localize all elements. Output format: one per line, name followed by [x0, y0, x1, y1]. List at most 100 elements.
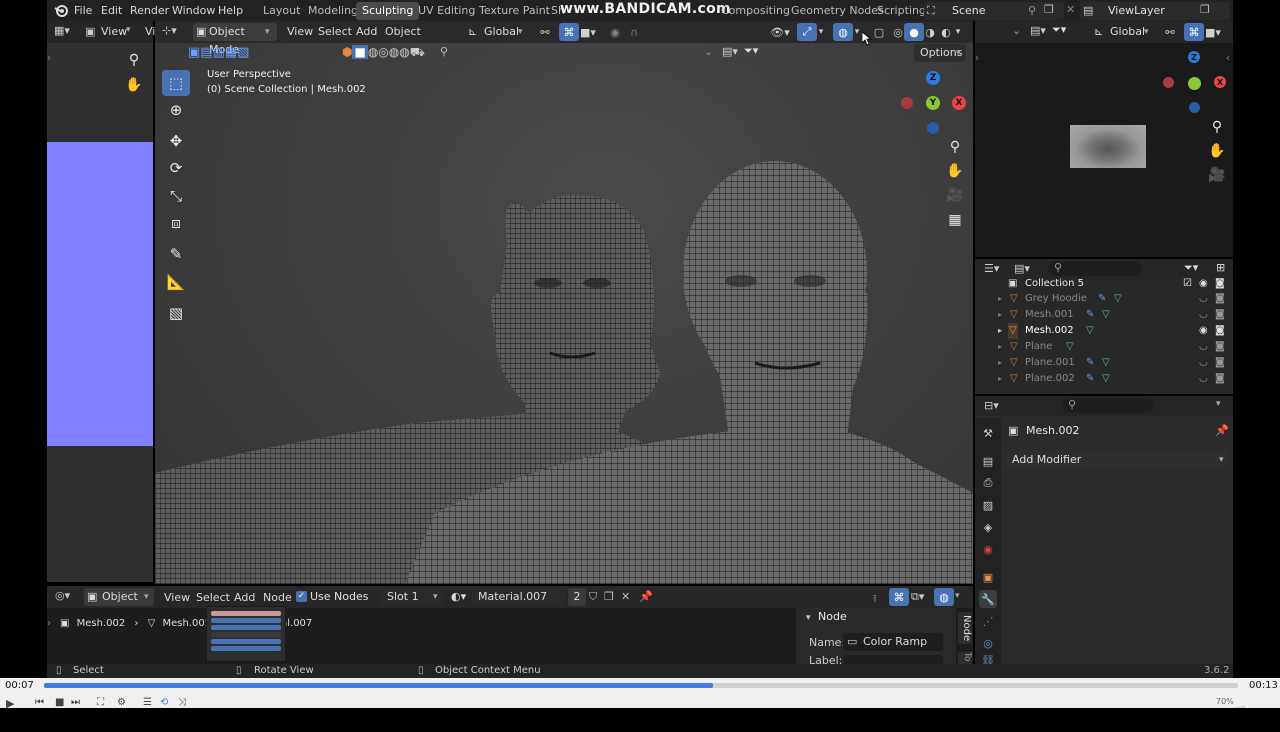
transform-tool[interactable]: ⧈: [162, 210, 190, 236]
shuffle-icon[interactable]: ⤨: [178, 697, 186, 708]
gizmo-neg-x[interactable]: [901, 97, 913, 109]
collapse-arrow-icon[interactable]: ›: [975, 53, 979, 64]
menu-window[interactable]: Window: [172, 3, 215, 19]
gizmo-icon[interactable]: ⤢: [797, 23, 817, 41]
object-tab-icon[interactable]: ▣: [979, 568, 997, 586]
close-icon[interactable]: ✕: [621, 590, 630, 603]
tab-layout[interactable]: Layout: [257, 2, 306, 20]
camera-icon[interactable]: 🎥: [943, 183, 967, 207]
expand-arrow-icon[interactable]: ▸: [998, 307, 1002, 323]
repeat-icon[interactable]: ⟲: [160, 697, 168, 708]
outliner-row-plane[interactable]: ▸ ▽ Plane ▽ ◡ ◙: [978, 339, 1230, 355]
transform-orientation[interactable]: ⊾ Global ▾: [466, 23, 530, 41]
xray-icon[interactable]: ▢: [869, 23, 889, 41]
cursor-tool[interactable]: ⊕: [162, 97, 190, 123]
parent-node-icon[interactable]: ⭱: [873, 590, 877, 609]
viewport-menu-select[interactable]: Select: [318, 24, 352, 40]
pin-icon[interactable]: 📌: [639, 590, 653, 603]
camera-icon[interactable]: ◙: [1215, 371, 1225, 387]
outliner-row-plane-002[interactable]: ▸ ▽ Plane.002 ✎ ▽ ◡ ◙: [978, 371, 1230, 387]
viewport-menu-view[interactable]: View: [287, 24, 313, 40]
snap-icon[interactable]: ⌘: [1184, 23, 1204, 41]
zoom-icon[interactable]: ⚲: [1205, 115, 1229, 139]
move-tool[interactable]: ✥: [162, 128, 190, 154]
node-label-field[interactable]: [843, 655, 943, 664]
outliner-search-input[interactable]: ⚲: [1048, 261, 1142, 276]
gizmo-neg-z[interactable]: [927, 122, 939, 134]
node-name-field[interactable]: ▭ Color Ramp: [843, 633, 943, 651]
new-collection-icon[interactable]: ⊞: [1216, 261, 1225, 274]
snap-target-icon[interactable]: ⧉▾: [911, 590, 924, 604]
principled-bsdf-node[interactable]: [206, 606, 286, 662]
layout-icon[interactable]: ▤▾: [722, 45, 738, 58]
right-gizmo-z[interactable]: Z: [1188, 51, 1200, 63]
camera-icon[interactable]: ◙: [1215, 355, 1225, 371]
tool-side-tab[interactable]: To: [958, 652, 972, 664]
slot-selector[interactable]: Slot 1 ▾: [380, 588, 443, 606]
filter-dropdown-icon[interactable]: ⌄: [1012, 24, 1021, 37]
snap-target-icon[interactable]: ■▾: [1203, 23, 1223, 41]
right-transform-orientation[interactable]: ⊾ Global ▾: [1092, 23, 1156, 41]
menu-help[interactable]: Help: [218, 3, 243, 19]
pin-icon[interactable]: ⚲: [1028, 4, 1036, 17]
menu-edit[interactable]: Edit: [101, 3, 122, 19]
breadcrumb-mesh[interactable]: Mesh.002: [77, 618, 126, 629]
camera-icon[interactable]: ◙: [1215, 307, 1225, 323]
falloff-icon[interactable]: ∩: [624, 23, 644, 41]
scale-tool[interactable]: ⤡: [162, 183, 190, 209]
rotate-tool[interactable]: ⟳: [162, 155, 190, 181]
outliner-type-icon[interactable]: ☰▾: [984, 262, 999, 275]
filter-icons[interactable]: ⬢ ■ ◍◎◍◍⛟: [342, 45, 436, 61]
viewport-3d[interactable]: [155, 43, 973, 584]
tab-texture-paint[interactable]: Texture Paint: [473, 2, 556, 20]
node-side-tab[interactable]: Node: [958, 612, 972, 644]
shader-type-selector[interactable]: ▣ Object ▾: [84, 588, 154, 606]
snap-target-icon[interactable]: ■▾: [578, 23, 598, 41]
menu-render[interactable]: Render: [130, 3, 169, 19]
funnel-icon[interactable]: ⏷▾: [1052, 23, 1066, 37]
snap-icon[interactable]: ⌘: [889, 588, 909, 606]
right-gizmo-x[interactable]: X: [1214, 76, 1226, 88]
funnel-icon[interactable]: ⏷▾: [744, 44, 758, 58]
expand-arrow-icon[interactable]: ▸: [998, 291, 1002, 307]
gizmo-x-axis[interactable]: X: [952, 96, 966, 110]
hand-pan-icon[interactable]: ✋: [1205, 139, 1229, 163]
node-menu-add[interactable]: Add: [234, 590, 255, 606]
tab-uv-editing[interactable]: UV Editing: [412, 2, 481, 20]
hand-pan-icon[interactable]: ✋: [943, 159, 967, 183]
playlist-icon[interactable]: ☰: [143, 697, 152, 708]
search-icon[interactable]: ⚲: [440, 45, 448, 58]
collapse-arrow-icon[interactable]: ›: [47, 618, 51, 629]
tab-sculpting[interactable]: Sculpting: [356, 2, 420, 20]
tab-scripting[interactable]: Scripting: [871, 2, 932, 20]
visibility-icon[interactable]: 👁▾: [770, 23, 790, 41]
eye-closed-icon[interactable]: ◡: [1199, 371, 1208, 387]
left-view-menu[interactable]: View: [101, 25, 127, 38]
breadcrumb-mesh-data[interactable]: Mesh.005: [163, 618, 212, 629]
material-browse-icon[interactable]: ◐▾: [451, 590, 466, 603]
filter-dropdown-icon[interactable]: ⌄: [704, 45, 713, 58]
camera-icon[interactable]: ◙: [1215, 291, 1225, 307]
display-mode-icon[interactable]: ▤▾: [1014, 262, 1030, 275]
chevron-down-icon[interactable]: ▾: [1216, 399, 1221, 409]
particles-tab-icon[interactable]: ⋰: [979, 612, 997, 630]
node-editor-type-icon[interactable]: ◎▾: [55, 589, 70, 602]
camera-icon[interactable]: ◙: [1215, 323, 1225, 339]
editor-type-button[interactable]: ⊹▾: [162, 24, 188, 40]
duplicate-icon[interactable]: ❐: [604, 590, 614, 603]
modifier-tab-icon[interactable]: 🔧: [979, 590, 997, 608]
node-menu-select[interactable]: Select: [196, 590, 230, 606]
annotate-tool[interactable]: ✎: [162, 241, 190, 267]
eye-icon[interactable]: ◉: [1199, 323, 1208, 339]
view-layer-tab-icon[interactable]: ▨: [979, 496, 997, 514]
material-name-field[interactable]: Material.007: [472, 588, 566, 606]
view-layer-selector[interactable]: ▤ ViewLayer ❐: [1080, 2, 1230, 20]
select-box-tool[interactable]: ⬚: [162, 70, 190, 96]
user-count-badge[interactable]: 2: [568, 588, 586, 606]
new-view-layer-icon[interactable]: ❐: [1200, 3, 1210, 16]
expand-arrow-icon[interactable]: ▸: [998, 371, 1002, 387]
right-gizmo-y[interactable]: [1188, 77, 1201, 90]
fake-user-icon[interactable]: ⛉: [589, 590, 597, 604]
tool-tab-icon[interactable]: ⚒: [979, 424, 997, 442]
eye-closed-icon[interactable]: ◡: [1199, 291, 1208, 307]
